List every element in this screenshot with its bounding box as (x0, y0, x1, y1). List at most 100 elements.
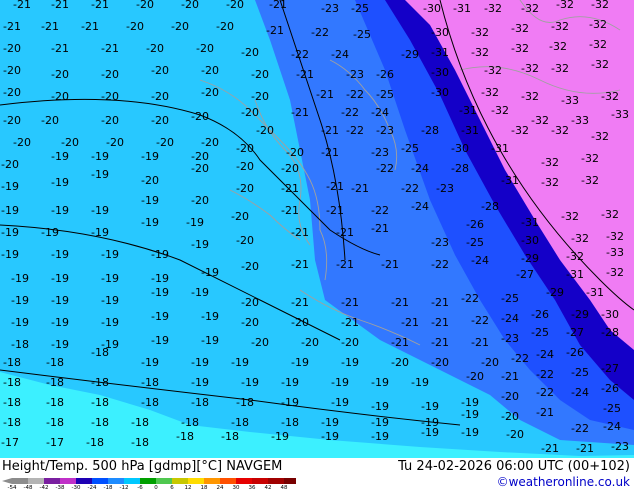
temperature-label: -30 (431, 66, 449, 79)
scale-swatch (220, 478, 236, 484)
temperature-label: -20 (3, 64, 21, 77)
temperature-label: -23 (436, 182, 454, 195)
temperature-label: -20 (1, 158, 19, 171)
temperature-label: -32 (591, 58, 609, 71)
temperature-label: -31 (586, 286, 604, 299)
scale-tick-label: 18 (201, 485, 208, 489)
temperature-label: -32 (581, 174, 599, 187)
temperature-label: -18 (236, 396, 254, 409)
temperature-label: -19 (151, 286, 169, 299)
temperature-label: -20 (466, 370, 484, 383)
temperature-label: -21 (431, 316, 449, 329)
temperature-label: -19 (101, 248, 119, 261)
temperature-label: -31 (521, 216, 539, 229)
temperature-label: -23 (501, 332, 519, 345)
temperature-label: -22 (536, 368, 554, 381)
scale-tick-label: 42 (265, 485, 272, 489)
credit-link[interactable]: ©weatheronline.co.uk (497, 475, 630, 489)
temperature-label: -20 (341, 336, 359, 349)
temperature-label: -32 (561, 210, 579, 223)
scale-swatch (204, 478, 220, 484)
temperature-label: -32 (589, 38, 607, 51)
temperature-label: -32 (471, 46, 489, 59)
temperature-label: -32 (556, 0, 574, 11)
temperature-label: -26 (466, 218, 484, 231)
temperature-label: -30 (521, 234, 539, 247)
temperature-label: -19 (11, 294, 29, 307)
scale-swatch (60, 478, 76, 484)
temperature-label: -20 (13, 136, 31, 149)
scale-swatch (236, 478, 252, 484)
temperature-label: -29 (546, 286, 564, 299)
temperature-label: -21 (541, 442, 559, 455)
temperature-label: -19 (91, 168, 109, 181)
temperature-label: -19 (191, 238, 209, 251)
temperature-label: -18 (281, 416, 299, 429)
temperature-label: -20 (201, 86, 219, 99)
temperature-label: -31 (453, 2, 471, 15)
temperature-label: -24 (603, 420, 621, 433)
temperature-label: -22 (311, 26, 329, 39)
temperature-label: -21 (336, 258, 354, 271)
temperature-label: -26 (566, 346, 584, 359)
temperature-label: -19 (141, 150, 159, 163)
temperature-label: -21 (501, 370, 519, 383)
temperature-label: -32 (484, 64, 502, 77)
scale-tick-label: -18 (104, 485, 113, 489)
temperature-label: -32 (531, 114, 549, 127)
scale-swatch (188, 478, 204, 484)
temperature-label: -21 (326, 180, 344, 193)
temperature-label: -32 (606, 230, 624, 243)
temperature-label: -19 (411, 376, 429, 389)
temperature-label: -19 (371, 416, 389, 429)
temperature-label: -21 (101, 42, 119, 55)
color-scale-legend: -54 -48 -42 -38 -30 -24 -18 -12 -6 0 6 12 18 24 30 36 42… (2, 478, 296, 489)
temperature-label: -18 (46, 396, 64, 409)
weather-map[interactable]: -21 -21 -21 -20 -20 -20 -21 -23 -25 -30 -31 -32 -32-… (0, 0, 634, 458)
temperature-label: -25 (353, 28, 371, 41)
temperature-label: -20 (201, 64, 219, 77)
temperature-label: -20 (241, 296, 259, 309)
temperature-label: -19 (51, 248, 69, 261)
temperature-label: -32 (601, 208, 619, 221)
temperature-label: -19 (321, 430, 339, 443)
temperature-label: -19 (461, 426, 479, 439)
temperature-label: -21 (281, 204, 299, 217)
temperature-label: -20 (241, 316, 259, 329)
temperature-label: -32 (581, 152, 599, 165)
temperature-label: -19 (51, 204, 69, 217)
temperature-label: -32 (591, 130, 609, 143)
temperature-label: -32 (541, 176, 559, 189)
temperature-label: -28 (601, 326, 619, 339)
temperature-label: -21 (341, 296, 359, 309)
temperature-label: -19 (371, 400, 389, 413)
temperature-label: -25 (351, 2, 369, 15)
temperature-label: -20 (51, 90, 69, 103)
temperature-label: -28 (481, 200, 499, 213)
temperature-label: -19 (101, 316, 119, 329)
temperature-label: -19 (201, 266, 219, 279)
temperature-label: -19 (51, 150, 69, 163)
temperature-label: -24 (331, 48, 349, 61)
scale-swatch (108, 478, 124, 484)
temperature-label: -20 (281, 162, 299, 175)
temperature-label: -19 (51, 272, 69, 285)
scale-swatch (28, 478, 44, 484)
temperature-label: -18 (221, 430, 239, 443)
temperature-label: -20 (301, 336, 319, 349)
temperature-label: -18 (91, 416, 109, 429)
temperature-label: -21 (471, 336, 489, 349)
temperature-label: -25 (466, 236, 484, 249)
temperature-label: -20 (241, 46, 259, 59)
temperature-label: -22 (376, 162, 394, 175)
run-time: Tu 24-02-2026 06:00 UTC (00+102) (398, 459, 630, 474)
temperature-label: -19 (141, 356, 159, 369)
temperature-label: -19 (291, 356, 309, 369)
temperature-label: -32 (571, 232, 589, 245)
temperature-label: -32 (589, 18, 607, 31)
temperature-label: -30 (423, 2, 441, 15)
temperature-label: -29 (571, 308, 589, 321)
scale-tick-label: 30 (233, 485, 240, 489)
temperature-label: -21 (341, 316, 359, 329)
temperature-label: -19 (331, 376, 349, 389)
